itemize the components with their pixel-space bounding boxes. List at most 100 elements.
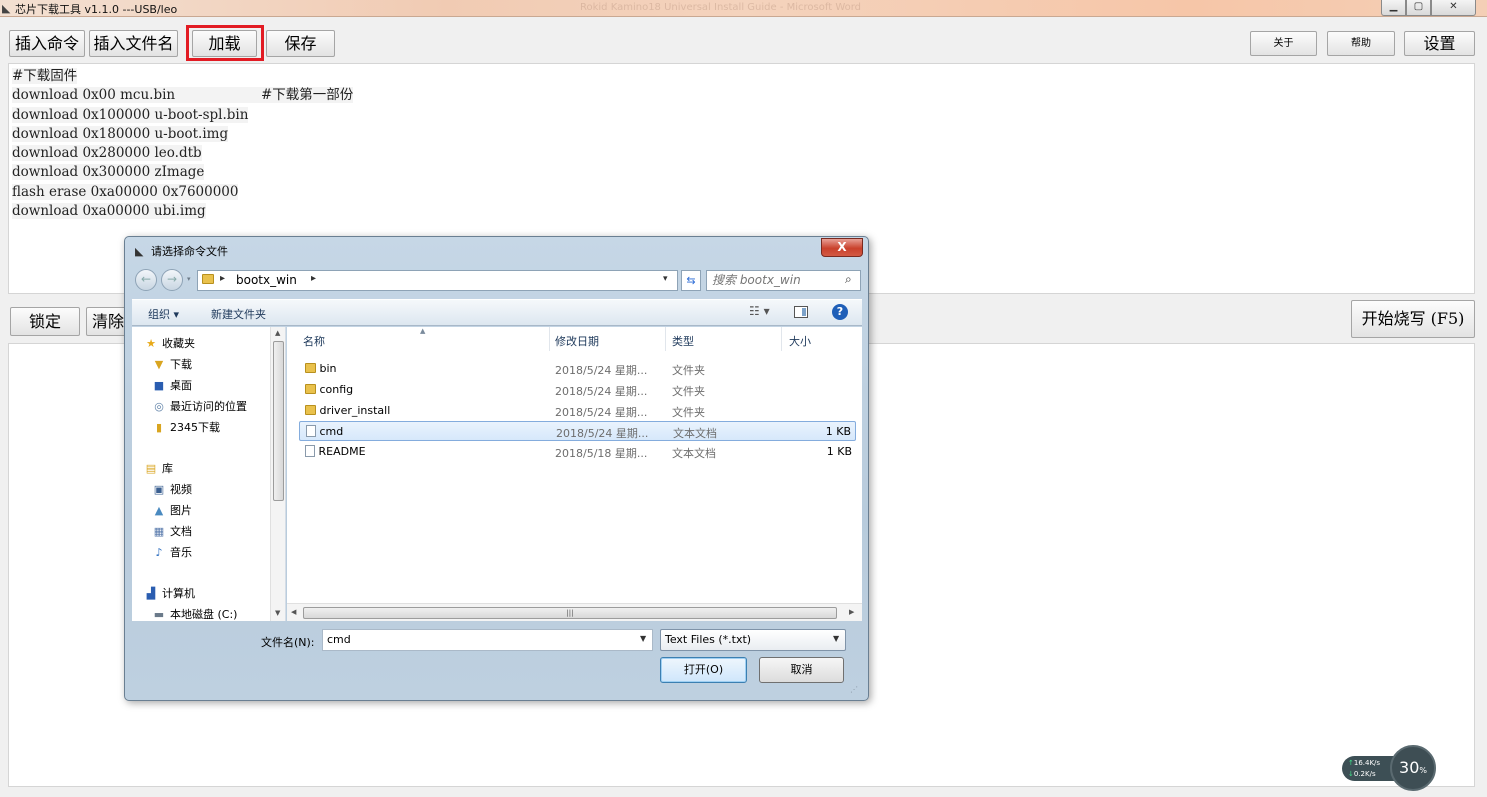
cancel-button[interactable]: 取消 — [759, 657, 844, 683]
file-row[interactable]: config 2018/5/24 星期... 文件夹 — [299, 380, 856, 400]
nav-favorites[interactable]: ★ 收藏夹 — [144, 335, 195, 353]
organize-button[interactable]: 组织 ▾ — [148, 306, 179, 322]
scroll-up-icon[interactable]: ▲ — [275, 329, 280, 337]
scroll-left-icon[interactable]: ◀ — [291, 608, 296, 616]
search-icon[interactable]: ⌕ — [845, 272, 852, 287]
dialog-close-button[interactable]: X — [821, 238, 863, 257]
background-window-title: Rokid Kamino18 Universal Install Guide -… — [580, 2, 862, 13]
folder-icon — [305, 363, 316, 373]
dialog-app-icon: ◣ — [135, 245, 144, 258]
minimize-button[interactable]: ▁ — [1381, 0, 1406, 16]
navigation-pane: ★ 收藏夹 ▼ 下载 ■ 桌面 ◎ 最近访问的位置 ▮ 2345下载 ▤ 库 ▣ 视频 ▲ 图片… — [132, 327, 286, 621]
lock-button[interactable]: 锁定 — [10, 307, 80, 336]
download-rate: ↓0.2K/s — [1348, 770, 1376, 778]
preview-pane-icon[interactable] — [794, 306, 808, 318]
sort-ascending-icon: ▲ — [420, 327, 426, 335]
recent-locations-dropdown[interactable]: ▾ — [187, 275, 191, 283]
refresh-button[interactable]: ⇆ — [681, 270, 701, 291]
nav-desktop[interactable]: ■ 桌面 — [152, 377, 192, 395]
insert-filename-button[interactable]: 插入文件名 — [89, 30, 178, 57]
column-header-size[interactable]: 大小 — [789, 333, 811, 349]
forward-button[interactable]: → — [161, 269, 183, 291]
download-folder-icon: ▼ — [154, 358, 164, 371]
horizontal-scrollbar[interactable]: ◀ ||| ▶ — [287, 603, 862, 621]
text-file-icon — [305, 445, 315, 457]
nav-computer[interactable]: ▟ 计算机 — [144, 585, 195, 603]
column-divider[interactable] — [665, 327, 666, 351]
filename-label: 文件名(N): — [261, 636, 315, 649]
nav-local-disk-c[interactable]: ▬ 本地磁盘 (C:) — [152, 606, 238, 621]
help-icon[interactable]: ? — [832, 304, 848, 320]
search-input[interactable] — [712, 273, 832, 287]
file-row-selected[interactable]: cmd 2018/5/24 星期... 文本文档 1 KB — [299, 421, 856, 441]
file-row[interactable]: bin 2018/5/24 星期... 文件夹 — [299, 359, 856, 379]
load-button[interactable]: 加载 — [192, 30, 257, 57]
desktop-icon: ■ — [153, 379, 165, 392]
resize-grip-icon[interactable]: ⋰ — [850, 685, 858, 694]
file-row[interactable]: README 2018/5/18 星期... 文本文档 1 KB — [299, 442, 856, 462]
breadcrumb-bootx-win[interactable]: bootx_win — [236, 273, 297, 287]
save-button[interactable]: 保存 — [266, 30, 335, 57]
maximize-icon: ▢ — [1413, 1, 1424, 12]
text-file-icon — [306, 425, 316, 437]
about-button[interactable]: 关于 — [1250, 31, 1317, 56]
horizontal-scroll-thumb[interactable]: ||| — [303, 607, 837, 619]
address-bar[interactable]: ▸ bootx_win ▸ ▾ — [197, 270, 678, 291]
column-divider[interactable] — [549, 327, 550, 351]
code-line: #下载固件 — [12, 68, 78, 84]
nav-documents[interactable]: ▦ 文档 — [152, 523, 192, 541]
insert-command-button[interactable]: 插入命令 — [9, 30, 85, 57]
nav-2345-downloads[interactable]: ▮ 2345下载 — [152, 419, 220, 437]
forward-arrow-icon: → — [166, 272, 178, 286]
nav-downloads[interactable]: ▼ 下载 — [152, 356, 192, 374]
recent-places-icon: ◎ — [154, 400, 164, 413]
new-folder-button[interactable]: 新建文件夹 — [211, 306, 266, 322]
file-row[interactable]: driver_install 2018/5/24 星期... 文件夹 — [299, 401, 856, 421]
change-view-icon[interactable]: ☷ ▾ — [749, 304, 770, 318]
filename-combo[interactable]: ▼ — [322, 629, 653, 651]
settings-button[interactable]: 设置 — [1404, 31, 1475, 56]
file-type-filter-select[interactable]: Text Files (*.txt) ▼ — [660, 629, 846, 651]
library-icon: ▤ — [145, 462, 157, 475]
maximize-button[interactable]: ▢ — [1406, 0, 1431, 16]
help-button[interactable]: 帮助 — [1327, 31, 1395, 56]
back-arrow-icon: ← — [140, 272, 152, 286]
nav-music[interactable]: ♪ 音乐 — [152, 544, 192, 562]
window-title: 芯片下载工具 v1.1.0 ---USB/leo — [15, 3, 178, 16]
code-line: download 0x00 mcu.bin #下载第一部份 — [12, 87, 354, 104]
scroll-down-icon[interactable]: ▼ — [275, 609, 280, 617]
scroll-right-icon[interactable]: ▶ — [849, 608, 854, 616]
search-box[interactable]: ⌕ — [706, 270, 861, 291]
upload-rate: ↑16.4K/s — [1348, 759, 1381, 767]
close-button[interactable]: ✕ — [1431, 0, 1476, 16]
nav-pictures[interactable]: ▲ 图片 — [152, 502, 192, 520]
net-speed-widget[interactable]: ↑16.4K/s ↓0.2K/s 30% — [1342, 745, 1437, 791]
minimize-icon: ▁ — [1389, 1, 1398, 12]
column-header-modified[interactable]: 修改日期 — [555, 333, 599, 349]
nav-libraries[interactable]: ▤ 库 — [144, 460, 173, 478]
column-header-name[interactable]: 名称 — [303, 333, 325, 349]
nav-recent-places[interactable]: ◎ 最近访问的位置 — [152, 398, 247, 416]
open-file-dialog: ◣ 请选择命令文件 X ← → ▾ ▸ bootx_win ▸ ▾ ⇆ ⌕ 组织… — [124, 236, 869, 701]
folder-icon: ▮ — [155, 421, 163, 434]
back-button[interactable]: ← — [135, 269, 157, 291]
nav-scroll-thumb[interactable] — [273, 341, 284, 501]
close-icon: X — [837, 240, 847, 254]
chevron-down-icon[interactable]: ▼ — [640, 634, 646, 643]
address-dropdown-icon[interactable]: ▾ — [663, 274, 668, 284]
computer-icon: ▟ — [146, 587, 156, 600]
folder-icon — [305, 384, 316, 394]
column-divider[interactable] — [781, 327, 782, 351]
breadcrumb-chevron-icon[interactable]: ▸ — [220, 273, 225, 284]
column-header-type[interactable]: 类型 — [672, 333, 694, 349]
pictures-icon: ▲ — [154, 504, 164, 517]
filename-input[interactable] — [327, 633, 627, 646]
open-button[interactable]: 打开(O) — [660, 657, 747, 683]
memory-usage-circle[interactable]: 30% — [1390, 745, 1436, 791]
start-burn-button[interactable]: 开始烧写 (F5) — [1351, 300, 1475, 338]
refresh-icon: ⇆ — [686, 274, 696, 287]
breadcrumb-chevron-icon[interactable]: ▸ — [311, 273, 316, 284]
nav-scrollbar[interactable]: ▲ ▼ — [270, 327, 285, 621]
close-icon: ✕ — [1449, 1, 1458, 12]
nav-videos[interactable]: ▣ 视频 — [152, 481, 192, 499]
